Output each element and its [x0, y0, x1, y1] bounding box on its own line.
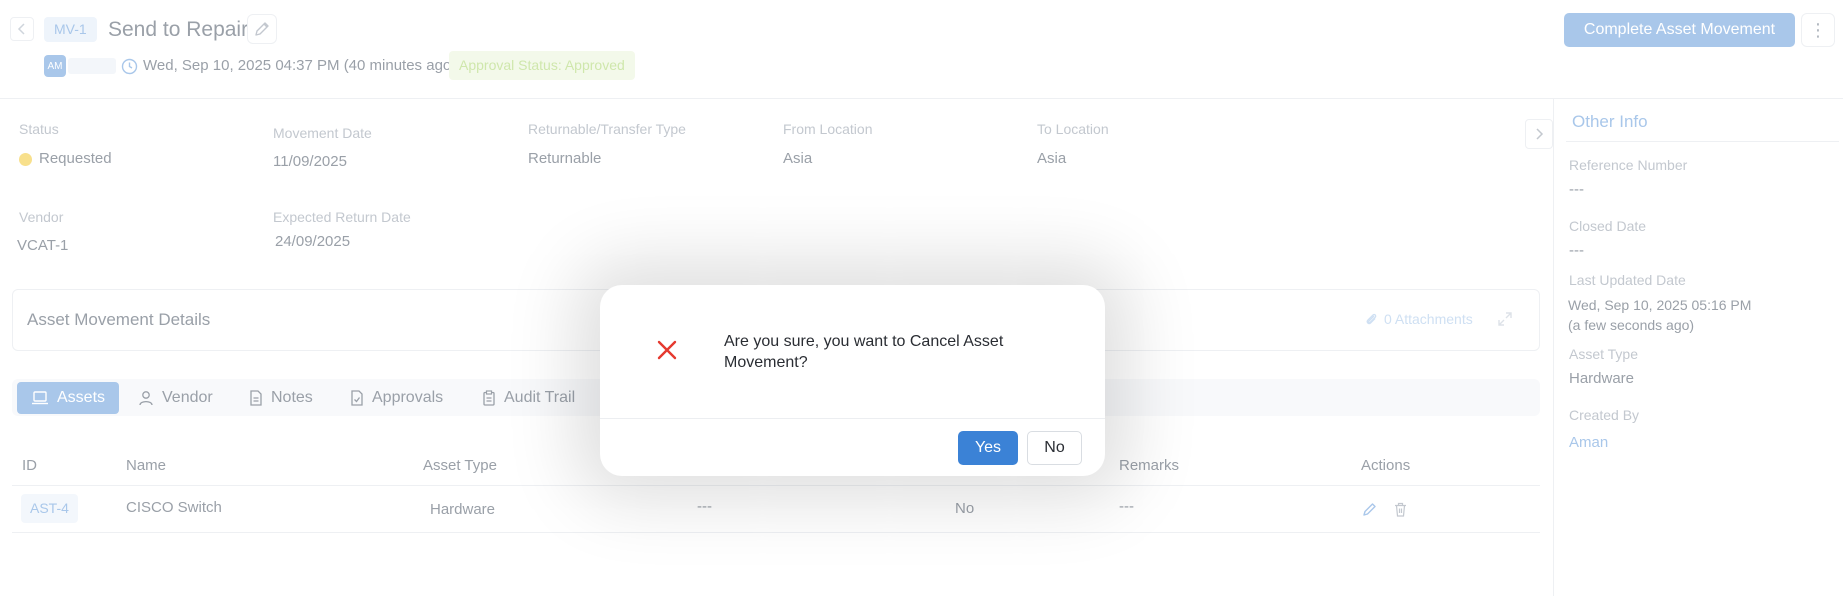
page-header: MV-1 Send to Repair AM Wed, Sep 10, 2025…	[0, 0, 1843, 99]
created-time: Wed, Sep 10, 2025 04:37 PM (40 minutes a…	[143, 57, 457, 74]
tab-audit-trail[interactable]: Audit Trail	[468, 382, 589, 414]
chevron-right-icon	[1536, 128, 1544, 140]
tab-label: Vendor	[162, 389, 213, 406]
collapse-sidebar-button[interactable]	[1525, 119, 1553, 149]
laptop-icon	[32, 391, 48, 405]
no-button[interactable]: No	[1027, 431, 1082, 465]
movement-date-value: 11/09/2025	[273, 153, 347, 170]
last-updated-relative: (a few seconds ago)	[1568, 317, 1695, 333]
paperclip-icon	[1366, 313, 1377, 325]
movement-date-label: Movement Date	[273, 125, 372, 141]
more-options-button[interactable]: ⋮	[1801, 13, 1835, 47]
asset-type-value: Hardware	[1569, 370, 1635, 387]
expected-return-date-value: 24/09/2025	[275, 233, 351, 250]
asset-name: CISCO Switch	[126, 499, 222, 516]
from-location-label: From Location	[783, 121, 873, 137]
approval-status-badge: Approval Status: Approved	[449, 51, 635, 80]
tab-vendor[interactable]: Vendor	[124, 382, 227, 414]
column-header-id: ID	[22, 457, 37, 474]
clipboard-icon	[483, 390, 495, 406]
tab-label: Notes	[271, 389, 313, 406]
tab-label: Audit Trail	[504, 389, 576, 406]
attachments-link[interactable]: 0 Attachments	[1364, 310, 1473, 328]
column-header-actions: Actions	[1361, 457, 1411, 474]
confirm-cancel-dialog: Are you sure, you want to Cancel Asset M…	[600, 285, 1105, 476]
asset-movement-details-title: Asset Movement Details	[27, 310, 211, 329]
dialog-message: Are you sure, you want to Cancel Asset M…	[724, 333, 1004, 371]
document-icon	[250, 390, 262, 406]
last-updated-label: Last Updated Date	[1569, 272, 1686, 288]
row-cell-5: No	[955, 500, 975, 517]
expected-return-date-label: Expected Return Date	[273, 209, 411, 225]
movement-id-badge: MV-1	[44, 17, 97, 42]
column-header-remarks: Remarks	[1119, 457, 1180, 474]
attachments-count: 0 Attachments	[1384, 311, 1473, 327]
last-updated-value: Wed, Sep 10, 2025 05:16 PM	[1568, 297, 1752, 313]
tab-notes[interactable]: Notes	[235, 382, 327, 414]
created-by-link[interactable]: Aman	[1569, 433, 1608, 453]
reference-number-value: ---	[1569, 181, 1584, 198]
column-header-name: Name	[126, 457, 167, 474]
vendor-value: VCAT-1	[17, 237, 69, 254]
edit-row-icon[interactable]	[1361, 501, 1378, 518]
sidebar-divider	[1553, 99, 1554, 596]
complete-asset-movement-button[interactable]: Complete Asset Movement	[1564, 13, 1795, 47]
edit-title-button[interactable]	[247, 14, 277, 44]
created-by-label: Created By	[1569, 407, 1640, 423]
clock-icon	[121, 58, 138, 75]
tab-label: Approvals	[372, 389, 444, 406]
remarks-cell: ---	[1119, 498, 1134, 515]
table-row-divider	[12, 532, 1540, 533]
tab-assets[interactable]: Assets	[17, 382, 120, 414]
expand-icon[interactable]	[1496, 310, 1514, 328]
tab-label: Assets	[57, 389, 106, 406]
column-header-asset-type: Asset Type	[423, 457, 497, 474]
more-vertical-icon: ⋮	[1809, 19, 1827, 40]
asset-type-label: Asset Type	[1569, 346, 1639, 362]
dialog-divider	[600, 418, 1105, 419]
tab-approvals[interactable]: Approvals	[336, 382, 457, 414]
type-value: Returnable	[528, 150, 602, 167]
closed-date-label: Closed Date	[1569, 218, 1647, 234]
user-icon	[139, 391, 153, 406]
type-label: Returnable/Transfer Type	[528, 121, 686, 137]
avatar: AM	[44, 55, 66, 77]
asset-type-cell: Hardware	[430, 501, 496, 518]
status-indicator-dot	[19, 153, 32, 166]
to-location-value: Asia	[1037, 150, 1067, 167]
to-location-label: To Location	[1037, 121, 1109, 137]
page-title: Send to Repair	[108, 18, 249, 41]
from-location-value: Asia	[783, 150, 813, 167]
close-x-icon	[657, 340, 677, 360]
status-label: Status	[19, 121, 59, 137]
row-cell-4: ---	[697, 498, 712, 515]
other-info-title: Other Info	[1572, 112, 1648, 131]
other-info-divider	[1566, 141, 1839, 142]
asset-id-link[interactable]: AST-4	[21, 494, 78, 523]
reference-number-label: Reference Number	[1569, 157, 1688, 173]
avatar-name-placeholder	[68, 58, 116, 74]
pencil-icon	[255, 22, 269, 36]
status-value: Requested	[39, 150, 112, 167]
table-header-divider	[12, 485, 1540, 486]
file-check-icon	[351, 390, 363, 406]
back-button[interactable]	[10, 17, 34, 41]
delete-row-icon[interactable]	[1392, 501, 1409, 518]
chevron-left-icon	[17, 23, 25, 35]
vendor-label: Vendor	[19, 209, 64, 225]
yes-button[interactable]: Yes	[958, 431, 1018, 465]
closed-date-value: ---	[1569, 242, 1584, 259]
